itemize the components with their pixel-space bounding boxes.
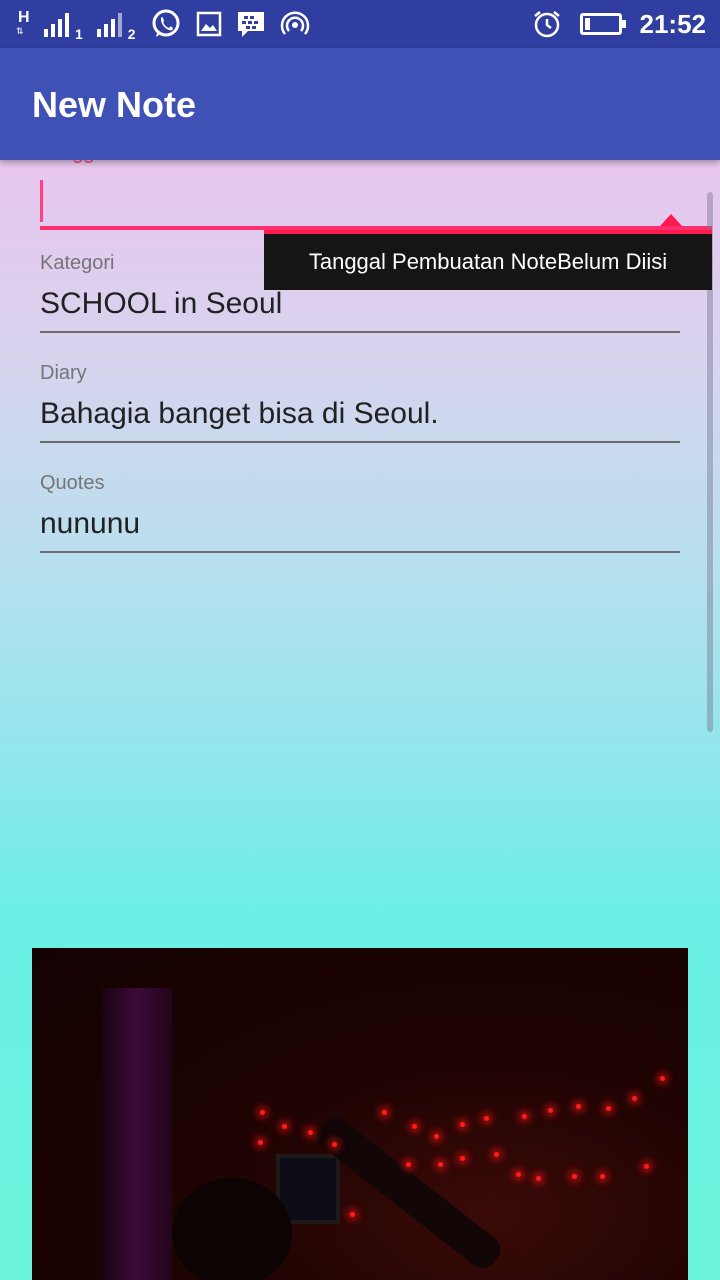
fairy-light <box>548 1108 553 1113</box>
page-title: New Note <box>32 84 197 125</box>
error-popup: Tanggal Pembuatan NoteBelum Diisi <box>264 230 712 290</box>
diary-underline <box>40 441 680 443</box>
data-arrows-icon: ⇅ <box>16 26 24 36</box>
fairy-light <box>460 1156 465 1161</box>
photo-arm <box>311 1111 506 1274</box>
fairy-light <box>576 1104 581 1109</box>
fairy-light <box>522 1114 527 1119</box>
fairy-light <box>438 1162 443 1167</box>
fairy-light <box>412 1124 417 1129</box>
signal-sim2-icon <box>96 11 122 37</box>
fairy-light <box>260 1110 265 1115</box>
sim2-label: 2 <box>127 26 136 42</box>
alarm-icon <box>533 11 560 38</box>
diary-field[interactable]: Diary Bahagia banget bisa di Seoul. <box>40 362 680 443</box>
gallery-icon <box>196 11 221 37</box>
status-right: 21:52 <box>532 8 707 40</box>
photo-silhouette <box>172 1178 292 1280</box>
fairy-light <box>606 1106 611 1111</box>
fairy-light <box>460 1122 465 1127</box>
fairy-light <box>434 1134 439 1139</box>
fairy-light <box>406 1162 411 1167</box>
diary-label: Diary <box>40 362 87 384</box>
kategori-input-value[interactable]: SCHOOL in Seoul <box>40 287 680 321</box>
fairy-light <box>536 1176 541 1181</box>
fairy-light <box>258 1140 263 1145</box>
quotes-input-value[interactable]: nununu <box>40 507 680 541</box>
whatsapp-icon <box>152 9 180 37</box>
status-time: 21:52 <box>639 8 707 39</box>
fairy-light <box>382 1110 387 1115</box>
battery-icon <box>579 13 626 35</box>
sim1-label: 1 <box>75 26 83 42</box>
attached-photo[interactable] <box>32 948 688 1280</box>
fairy-light <box>484 1116 489 1121</box>
photo-curtain <box>102 988 172 1280</box>
quotes-underline <box>40 551 680 553</box>
fairy-light <box>332 1142 337 1147</box>
bbm-icon <box>237 12 264 37</box>
kategori-underline <box>40 331 680 333</box>
quotes-label: Quotes <box>40 472 105 494</box>
fairy-light <box>644 1164 649 1169</box>
fairy-light <box>494 1152 499 1157</box>
fairy-light <box>632 1096 637 1101</box>
network-type-indicator: H ⇅ <box>16 9 30 39</box>
fairy-light <box>308 1130 313 1135</box>
fairy-light <box>282 1124 287 1129</box>
date-input[interactable] <box>40 178 712 230</box>
error-message: Tanggal Pembuatan NoteBelum Diisi <box>308 249 668 274</box>
status-left: H ⇅ 1 2 <box>16 8 310 42</box>
fairy-light <box>600 1174 605 1179</box>
error-popup-arrow <box>660 214 682 226</box>
network-type-label: H <box>18 9 30 26</box>
signal-sim1-icon <box>44 11 69 37</box>
hotspot-icon <box>280 11 309 35</box>
text-cursor <box>40 180 43 222</box>
fairy-light <box>350 1212 355 1217</box>
fairy-light <box>660 1076 665 1081</box>
diary-input-value[interactable]: Bahagia banget bisa di Seoul. <box>40 397 680 431</box>
fairy-light <box>572 1174 577 1179</box>
app-bar: New Note <box>0 48 720 160</box>
status-bar: H ⇅ 1 2 21:52 <box>0 0 720 48</box>
quotes-field[interactable]: Quotes nununu <box>40 472 680 553</box>
fairy-light <box>516 1172 521 1177</box>
